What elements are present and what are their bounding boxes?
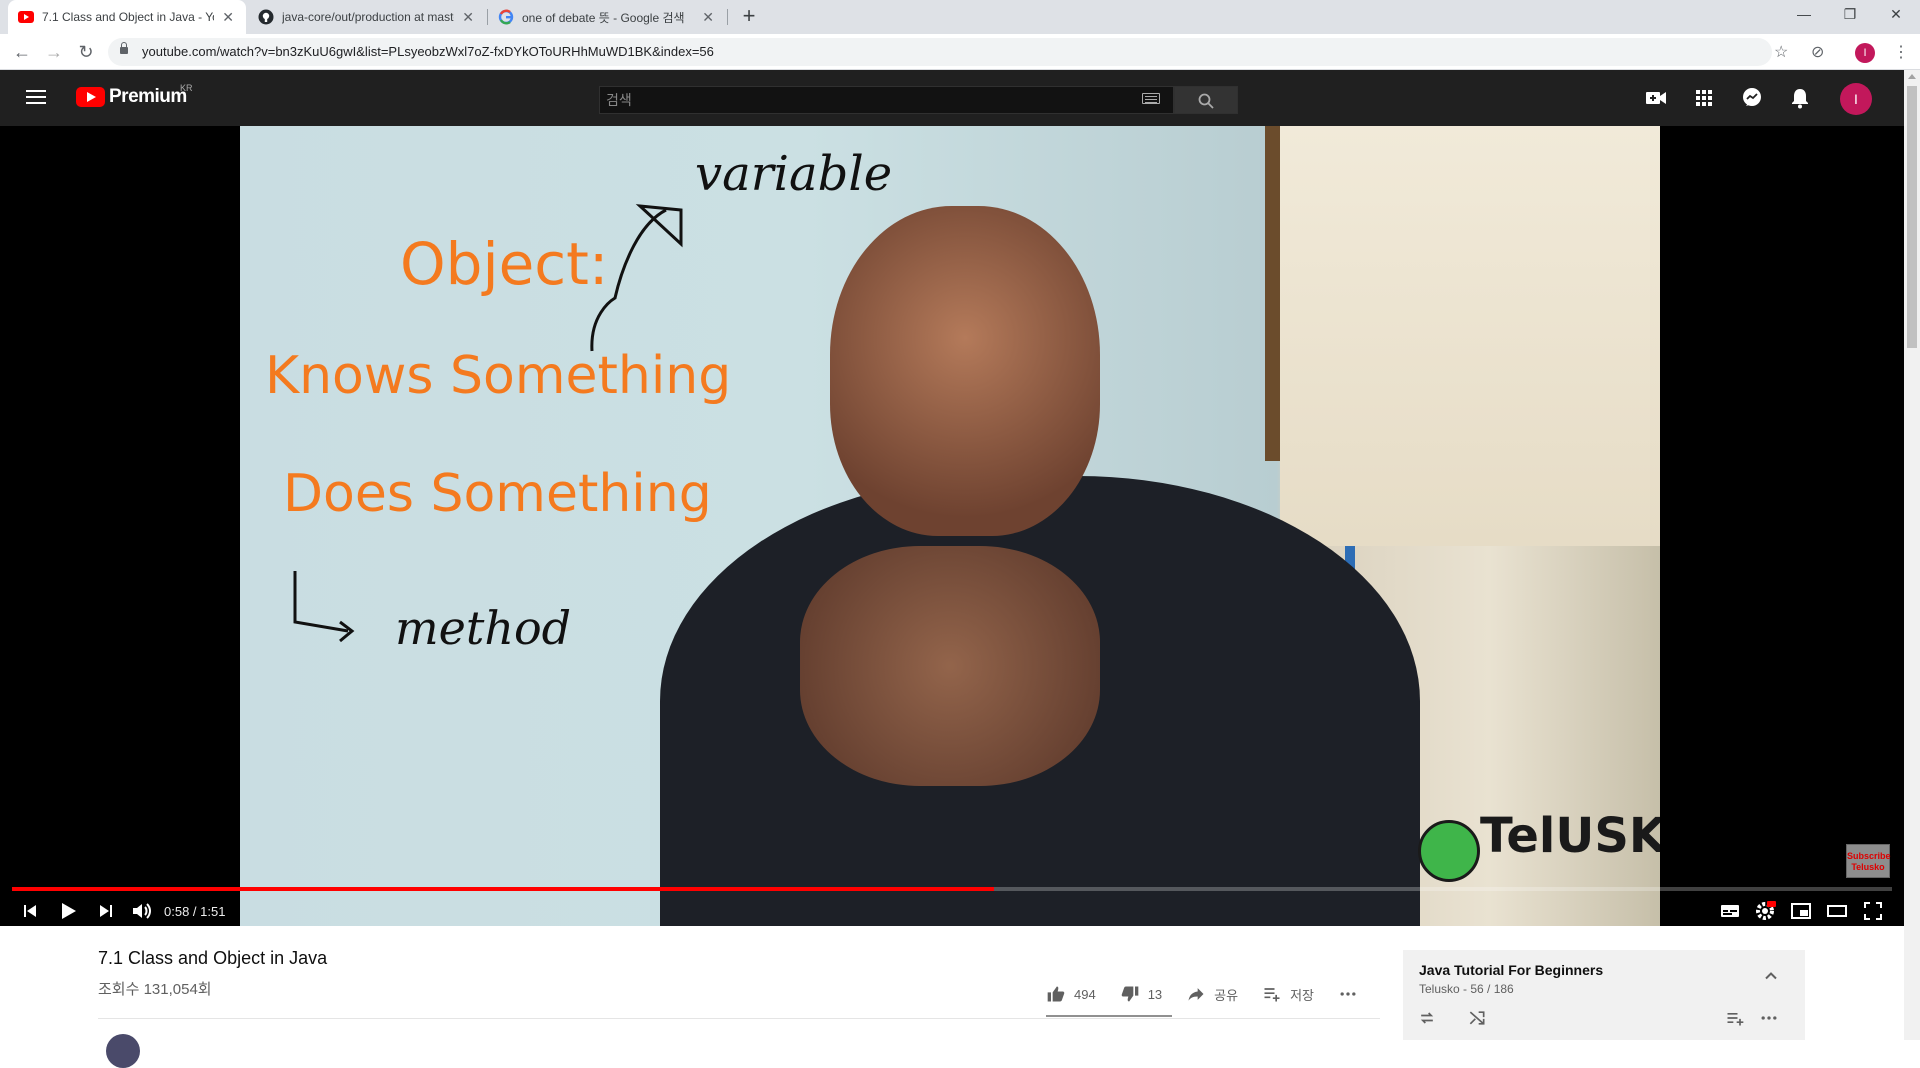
wall-panel xyxy=(1280,126,1660,546)
view-count: 조회수 131,054회 xyxy=(98,981,212,998)
new-tab-button[interactable]: + xyxy=(736,4,762,30)
like-ratio-bar xyxy=(1046,1015,1172,1017)
tab-title: 7.1 Class and Object in Java - YouTube xyxy=(42,10,214,24)
presenter-head xyxy=(830,206,1100,536)
action-buttons: 494 13 공유 저장 xyxy=(1046,984,1390,1004)
google-icon xyxy=(498,9,514,25)
share-icon xyxy=(1188,988,1204,1001)
youtube-premium-logo-text[interactable]: Premium xyxy=(109,86,187,108)
playlist-add-icon[interactable] xyxy=(1725,1008,1745,1028)
like-button[interactable]: 494 xyxy=(1046,984,1096,1004)
tab-title: java-core/out/production at master xyxy=(282,10,455,24)
browser-toolbar: ← → ↻ youtube.com/watch?v=bn3zKuU6gwI&li… xyxy=(0,34,1920,70)
country-code: KR xyxy=(180,83,193,93)
shuffle-icon[interactable] xyxy=(1467,1008,1487,1028)
messages-icon[interactable] xyxy=(1740,86,1764,110)
share-label: 공유 xyxy=(1214,987,1239,1003)
reload-icon[interactable]: ↻ xyxy=(74,40,98,64)
create-video-icon[interactable] xyxy=(1644,86,1668,110)
apps-grid-icon[interactable] xyxy=(1692,86,1716,110)
fullscreen-icon[interactable] xyxy=(1861,899,1885,923)
video-frame[interactable]: Object: Knows Something Does Something v… xyxy=(240,126,1660,926)
progress-bar[interactable] xyxy=(12,887,1892,891)
thumbs-down-icon xyxy=(1121,986,1139,1002)
account-avatar[interactable]: I xyxy=(1840,83,1872,115)
browser-tab-github[interactable]: java-core/out/production at master ✕ xyxy=(248,0,486,34)
address-bar[interactable]: youtube.com/watch?v=bn3zKuU6gwI&list=PLs… xyxy=(108,38,1772,66)
volume-icon[interactable] xyxy=(130,899,154,923)
search-icon xyxy=(1198,93,1214,109)
keyboard-icon[interactable] xyxy=(1142,93,1160,104)
more-horizontal-icon[interactable] xyxy=(1759,1008,1779,1028)
dislike-count: 13 xyxy=(1147,986,1163,1002)
playlist-subtitle: Telusko - 56 / 186 xyxy=(1419,982,1514,996)
channel-watermark: TelUSKo xyxy=(1480,808,1660,864)
playlist-panel: Java Tutorial For Beginners Telusko - 56… xyxy=(1403,950,1805,1040)
window-close-icon[interactable]: ✕ xyxy=(1873,0,1919,30)
restore-icon[interactable]: ❐ xyxy=(1827,0,1873,30)
time-display: 0:58 / 1:51 xyxy=(164,904,226,919)
close-tab-icon[interactable]: ✕ xyxy=(220,9,236,26)
search-box[interactable] xyxy=(599,86,1174,114)
channel-avatar[interactable] xyxy=(106,1034,140,1068)
miniplayer-icon[interactable] xyxy=(1789,899,1813,923)
more-horizontal-icon xyxy=(1340,992,1356,996)
forward-arrow-icon[interactable]: → xyxy=(42,40,66,64)
presenter-hands xyxy=(800,546,1100,786)
tab-title: one of debate 뜻 - Google 검색 xyxy=(522,10,685,25)
back-arrow-icon[interactable]: ← xyxy=(10,40,34,64)
notifications-bell-icon[interactable] xyxy=(1788,86,1812,110)
play-icon[interactable] xyxy=(56,899,80,923)
scrollbar-thumb[interactable] xyxy=(1907,86,1917,348)
watch-details: 7.1 Class and Object in Java 조회수 131,054… xyxy=(0,926,1904,1068)
playlist-add-icon xyxy=(1264,988,1280,1002)
close-tab-icon[interactable]: ✕ xyxy=(460,9,476,26)
save-label: 저장 xyxy=(1290,987,1315,1003)
extension-icon[interactable]: ⊘ xyxy=(1811,42,1824,62)
collapse-chevron-up-icon[interactable] xyxy=(1761,966,1781,986)
video-title: 7.1 Class and Object in Java xyxy=(98,948,328,968)
video-player[interactable]: Object: Knows Something Does Something v… xyxy=(0,126,1904,926)
youtube-masthead: Premium KR I xyxy=(0,70,1904,126)
loop-icon[interactable] xyxy=(1417,1008,1437,1028)
browser-tab-strip: 7.1 Class and Object in Java - YouTube ✕… xyxy=(0,0,1920,34)
progress-played xyxy=(12,887,995,891)
telusko-mascot-icon xyxy=(1418,820,1480,882)
url-text[interactable]: youtube.com/watch?v=bn3zKuU6gwI&list=PLs… xyxy=(142,44,714,59)
browser-tab-youtube[interactable]: 7.1 Class and Object in Java - YouTube ✕ xyxy=(8,0,246,34)
search-button[interactable] xyxy=(1174,86,1238,114)
playlist-title[interactable]: Java Tutorial For Beginners xyxy=(1419,962,1603,978)
save-button[interactable]: 저장 xyxy=(1262,984,1314,1004)
subtitles-icon[interactable] xyxy=(1718,899,1742,923)
more-actions-button[interactable] xyxy=(1338,984,1366,1004)
divider xyxy=(98,1018,1380,1019)
thumbs-up-icon xyxy=(1047,986,1065,1002)
tab-separator xyxy=(727,9,728,25)
lock-icon xyxy=(120,42,128,55)
close-tab-icon[interactable]: ✕ xyxy=(700,9,716,26)
previous-icon[interactable] xyxy=(18,899,42,923)
player-controls: 0:58 / 1:51 xyxy=(0,896,1904,926)
settings-gear-icon[interactable] xyxy=(1753,899,1777,923)
github-icon xyxy=(258,9,274,25)
youtube-icon xyxy=(18,9,34,25)
minimize-icon[interactable]: — xyxy=(1781,0,1827,30)
like-count: 494 xyxy=(1074,986,1096,1002)
theater-mode-icon[interactable] xyxy=(1825,899,1849,923)
next-icon[interactable] xyxy=(94,899,118,923)
youtube-logo-icon[interactable] xyxy=(76,87,105,107)
subscribe-watermark[interactable]: Subscribe Telusko xyxy=(1846,844,1891,878)
page-scrollbar[interactable] xyxy=(1904,70,1920,1040)
browser-menu-icon[interactable]: ⋮ xyxy=(1893,42,1909,62)
scroll-up-arrow-icon[interactable] xyxy=(1908,74,1916,79)
bookmark-star-icon[interactable]: ☆ xyxy=(1774,42,1788,62)
share-button[interactable]: 공유 xyxy=(1186,984,1238,1004)
browser-profile-avatar[interactable]: I xyxy=(1855,43,1875,63)
browser-tab-google[interactable]: one of debate 뜻 - Google 검색 ✕ xyxy=(488,0,726,34)
dislike-button[interactable]: 13 xyxy=(1120,984,1162,1004)
hamburger-menu-icon[interactable] xyxy=(26,90,46,106)
search-input[interactable] xyxy=(600,87,1173,113)
annotation-arrows xyxy=(293,204,683,643)
